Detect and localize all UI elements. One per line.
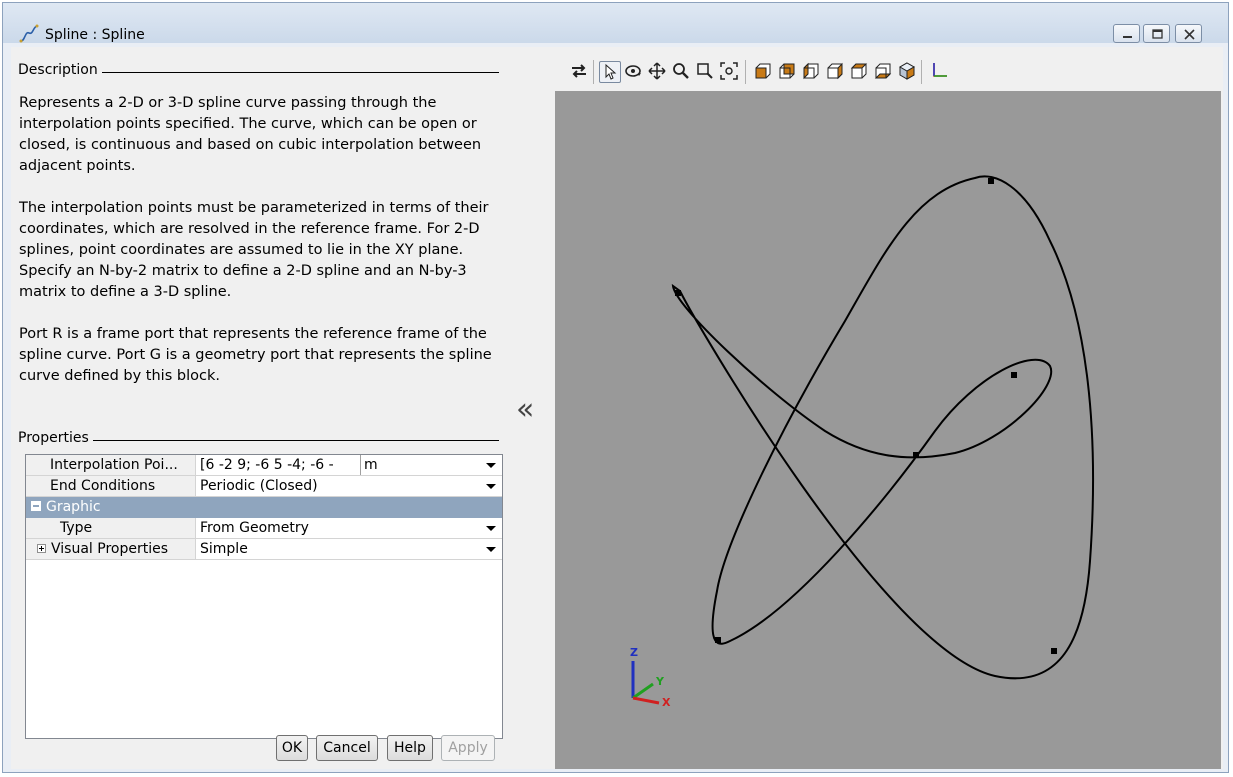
property-row-end-conditions[interactable]: End Conditions Periodic (Closed) [26, 476, 502, 497]
properties-table: Interpolation Poi... [6 -2 9; -6 5 -4; -… [25, 454, 503, 739]
interpolation-point [675, 290, 681, 296]
end-conditions-select[interactable]: Periodic (Closed) [196, 476, 502, 496]
minimize-button[interactable] [1113, 24, 1140, 43]
visual-properties-select[interactable]: Simple [196, 539, 502, 559]
property-group-graphic[interactable]: Graphic [26, 497, 502, 518]
description-paragraph: The interpolation points must be paramet… [19, 200, 489, 300]
minimize-icon [1123, 36, 1132, 38]
description-text: Represents a 2-D or 3-D spline curve pas… [19, 93, 499, 408]
property-name: Visual Properties [26, 539, 196, 559]
right-view-icon[interactable] [825, 61, 845, 81]
property-row-interpolation-points[interactable]: Interpolation Poi... [6 -2 9; -6 5 -4; -… [26, 455, 502, 476]
property-row-visual-properties[interactable]: Visual Properties Simple [26, 539, 502, 560]
title-bar: Spline : Spline [3, 3, 1228, 43]
interpolation-point [715, 637, 721, 643]
chevron-down-icon[interactable] [486, 484, 496, 489]
swap-icon[interactable] [569, 61, 589, 81]
pan-icon[interactable] [647, 61, 667, 81]
top-view-icon[interactable] [849, 61, 869, 81]
type-select[interactable]: From Geometry [196, 518, 502, 538]
left-view-icon[interactable] [801, 61, 821, 81]
help-button[interactable]: Help [387, 735, 433, 761]
close-icon [1184, 29, 1195, 40]
x-axis-label: X [662, 696, 671, 709]
type-value: From Geometry [200, 520, 309, 536]
viewer-toolbar [555, 57, 1075, 87]
toolbar-separator [921, 60, 922, 84]
spline-curve-canvas[interactable]: Z Y X [555, 91, 1221, 769]
description-paragraph: Port R is a frame port that represents t… [19, 326, 492, 384]
z-axis-label: Z [630, 646, 638, 659]
expand-icon[interactable] [37, 544, 46, 553]
rotate-icon[interactable] [623, 61, 643, 81]
interpolation-point [913, 452, 919, 458]
interpolation-point [988, 178, 994, 184]
dialog-content: Description Represents a 2-D or 3-D spli… [11, 47, 1223, 769]
toolbar-separator [745, 60, 746, 84]
isometric-view-icon[interactable] [897, 61, 917, 81]
collapse-icon[interactable] [31, 501, 41, 511]
visual-properties-value: Simple [200, 541, 248, 557]
chevron-down-icon[interactable] [486, 463, 496, 468]
back-view-icon[interactable] [777, 61, 797, 81]
fit-to-view-icon[interactable] [719, 61, 739, 81]
interpolation-points-field[interactable]: [6 -2 9; -6 5 -4; -6 - m [196, 455, 502, 475]
spline-curve [671, 175, 1095, 680]
apply-button[interactable]: Apply [441, 735, 495, 761]
interpolation-point [1051, 648, 1057, 654]
select-icon[interactable] [599, 61, 621, 83]
cancel-button[interactable]: Cancel [316, 735, 378, 761]
toolbar-separator [593, 60, 594, 84]
property-name: Type [26, 518, 196, 538]
description-label: Description [18, 62, 102, 78]
ok-button[interactable]: OK [276, 735, 308, 761]
description-paragraph: Represents a 2-D or 3-D spline curve pas… [19, 95, 482, 174]
frame-axes-icon[interactable] [929, 61, 949, 81]
property-name: Interpolation Poi... [26, 455, 196, 475]
spline-block-icon [19, 24, 39, 43]
mechanics-explorer-view[interactable]: Z Y X [555, 91, 1221, 769]
chevron-down-icon[interactable] [486, 526, 496, 531]
close-button[interactable] [1175, 24, 1202, 43]
properties-label: Properties [18, 430, 93, 446]
zoom-icon[interactable] [671, 61, 691, 81]
graphic-group-label: Graphic [46, 499, 101, 515]
zoom-box-icon[interactable] [695, 61, 715, 81]
maximize-button[interactable] [1143, 24, 1170, 43]
chevron-down-icon[interactable] [486, 547, 496, 552]
end-conditions-value: Periodic (Closed) [200, 478, 318, 494]
dialog-window: Spline : Spline Description Represents a… [2, 2, 1229, 773]
y-axis-label: Y [655, 675, 665, 688]
interpolation-points-unit[interactable]: m [364, 455, 378, 475]
collapse-panel-button[interactable]: « [516, 392, 534, 427]
property-name: End Conditions [26, 476, 196, 496]
parameters-pane: Description Represents a 2-D or 3-D spli… [11, 47, 507, 769]
front-view-icon[interactable] [753, 61, 773, 81]
interpolation-point [1011, 372, 1017, 378]
interpolation-points-value[interactable]: [6 -2 9; -6 5 -4; -6 - [196, 455, 361, 475]
property-row-type[interactable]: Type From Geometry [26, 518, 502, 539]
window-title: Spline : Spline [45, 27, 145, 43]
maximize-icon [1152, 29, 1163, 39]
bottom-view-icon[interactable] [873, 61, 893, 81]
axis-triad: Z Y X [630, 646, 671, 709]
visual-properties-label: Visual Properties [51, 541, 168, 557]
